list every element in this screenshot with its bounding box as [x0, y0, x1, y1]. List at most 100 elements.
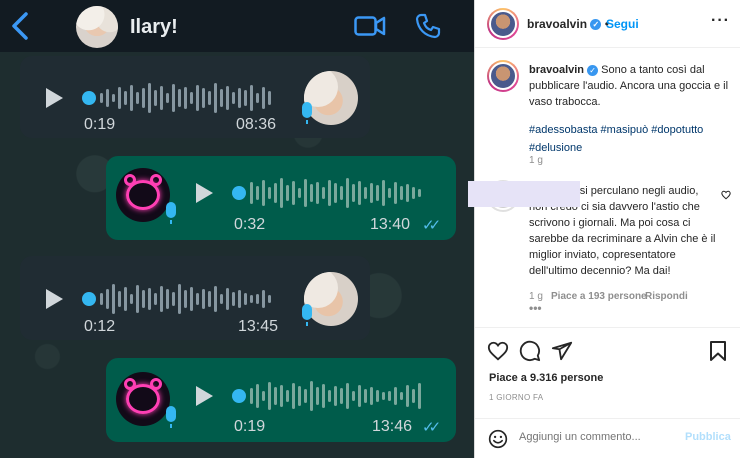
publish-button[interactable]: Pubblica [685, 431, 731, 443]
waveform-bar [292, 383, 295, 409]
waveform-bar [238, 88, 241, 108]
playback-position-dot[interactable] [82, 91, 96, 105]
waveform-bar [130, 294, 133, 304]
share-send-icon[interactable] [551, 340, 573, 362]
audio-waveform[interactable] [100, 282, 271, 316]
voice-duration: 0:32 [234, 216, 266, 233]
voice-message-incoming[interactable]: 0:12 13:45 [20, 256, 370, 340]
voice-message-outgoing[interactable]: 0:32 13:40 ✓✓ [106, 156, 456, 240]
waveform-bar [190, 287, 193, 311]
waveform-bar [412, 187, 415, 199]
waveform-bar [340, 388, 343, 404]
waveform-bar [316, 182, 319, 204]
more-options-icon[interactable]: ••• [529, 301, 542, 315]
waveform-bar [310, 184, 313, 202]
post-actions [475, 327, 740, 397]
sender-avatar [116, 168, 170, 222]
author-avatar[interactable] [487, 8, 519, 40]
follow-button[interactable]: Segui [606, 17, 639, 31]
voice-duration: 0:19 [234, 418, 266, 435]
waveform-bar [160, 86, 163, 110]
microphone-icon [166, 202, 176, 224]
waveform-bar [136, 92, 139, 104]
add-comment-bar: Pubblica [475, 418, 740, 458]
waveform-bar [322, 187, 325, 199]
waveform-bar [130, 85, 133, 111]
caption-hashtags[interactable]: #adessobasta #masipuò #dopotutto #delusi… [529, 121, 729, 157]
verified-badge-icon: ✓ [587, 64, 599, 76]
voice-message-outgoing[interactable]: 0:19 13:46 ✓✓ [106, 358, 456, 442]
waveform-bar [292, 181, 295, 205]
waveform-bar [250, 295, 253, 303]
back-arrow-icon[interactable] [10, 12, 30, 40]
caption-author-avatar[interactable] [487, 60, 519, 92]
post-likes-count[interactable]: Piace a 9.316 persone [489, 372, 603, 384]
more-options-icon[interactable]: ··· [711, 12, 730, 30]
waveform-bar [394, 387, 397, 405]
phone-call-icon[interactable] [415, 13, 441, 39]
waveform-bar [280, 385, 283, 407]
emoji-icon[interactable] [488, 429, 508, 449]
waveform-bar [382, 180, 385, 206]
bookmark-icon[interactable] [709, 340, 727, 362]
audio-waveform[interactable] [250, 176, 421, 210]
audio-waveform[interactable] [250, 379, 421, 413]
play-icon[interactable] [46, 88, 63, 108]
comment-likes[interactable]: Piace a 193 persone [551, 291, 647, 302]
like-comment-icon[interactable] [721, 190, 731, 200]
message-time: 13:46 [372, 418, 413, 435]
reply-button[interactable]: Rispondi [645, 291, 688, 302]
waveform-bar [106, 289, 109, 309]
contact-avatar[interactable] [76, 6, 118, 48]
waveform-bar [388, 188, 391, 198]
author-username[interactable]: bravoalvin ✓ • [527, 17, 609, 31]
waveform-bar [346, 178, 349, 208]
waveform-bar [328, 180, 331, 206]
waveform-bar [256, 93, 259, 103]
waveform-bar [262, 391, 265, 401]
audio-waveform[interactable] [100, 81, 271, 115]
waveform-bar [250, 182, 253, 204]
playback-position-dot[interactable] [232, 389, 246, 403]
waveform-bar [268, 187, 271, 199]
waveform-bar [226, 86, 229, 110]
playback-position-dot[interactable] [82, 292, 96, 306]
waveform-bar [184, 290, 187, 308]
caption-username[interactable]: bravoalvin [529, 64, 584, 76]
waveform-bar [112, 94, 115, 102]
comment-input[interactable] [519, 431, 669, 443]
playback-position-dot[interactable] [232, 186, 246, 200]
waveform-bar [244, 293, 247, 305]
message-time: 13:45 [238, 318, 279, 335]
video-call-icon[interactable] [354, 15, 386, 37]
caption-time: 1 g [529, 155, 543, 166]
waveform-bar [118, 87, 121, 109]
voice-message-incoming[interactable]: 0:19 08:36 [20, 56, 370, 138]
comment-bubble-icon[interactable] [519, 340, 541, 362]
waveform-bar [334, 386, 337, 406]
waveform-bar [352, 184, 355, 202]
microphone-icon [302, 304, 312, 326]
waveform-bar [232, 92, 235, 104]
like-heart-icon[interactable] [487, 340, 509, 362]
waveform-bar [142, 290, 145, 308]
read-receipt-icon: ✓✓ [422, 419, 441, 436]
waveform-bar [220, 294, 223, 304]
contact-name[interactable]: Ilary! [130, 16, 178, 39]
username-text[interactable]: bravoalvin [527, 17, 587, 31]
waveform-bar [364, 187, 367, 199]
waveform-bar [304, 389, 307, 403]
waveform-bar [370, 387, 373, 405]
waveform-bar [106, 89, 109, 107]
play-icon[interactable] [196, 183, 213, 203]
waveform-bar [220, 89, 223, 107]
waveform-bar [268, 295, 271, 303]
waveform-bar [382, 392, 385, 400]
play-icon[interactable] [46, 289, 63, 309]
waveform-bar [238, 290, 241, 308]
voice-duration: 0:19 [84, 116, 116, 133]
post-header: bravoalvin ✓ • Segui ··· [475, 0, 740, 48]
play-icon[interactable] [196, 386, 213, 406]
waveform-bar [268, 382, 271, 410]
waveform-bar [340, 186, 343, 200]
